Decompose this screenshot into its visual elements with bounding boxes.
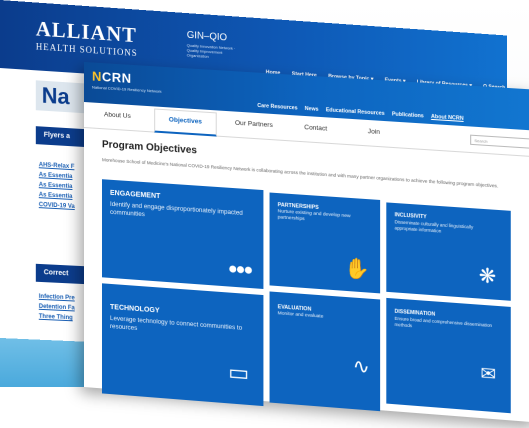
- tile-partnerships[interactable]: PARTNERSHIPS Nurture existing and develo…: [269, 192, 381, 294]
- correct-heading: Correct: [35, 263, 86, 285]
- tile-description: Identify and engage disproportionately i…: [109, 200, 243, 219]
- devices-icon: ▭: [228, 358, 250, 386]
- flyer-link[interactable]: COVID-19 Va: [39, 200, 75, 212]
- page-title: Program Objectives: [101, 139, 197, 157]
- tile-inclusivity[interactable]: INCLUSIVITY Disseminate culturally and l…: [386, 202, 511, 301]
- nav-publications[interactable]: Publications: [392, 111, 424, 119]
- correct-link-list: Infection Pre Detention Fa Three Thing: [39, 292, 75, 324]
- search-input[interactable]: Search: [470, 134, 529, 149]
- nav-educational-resources[interactable]: Educational Resources: [326, 107, 385, 117]
- network-globe-icon: ❋: [478, 264, 497, 289]
- tile-technology[interactable]: TECHNOLOGY Leverage technology to connec…: [101, 283, 264, 407]
- chat-bubble-icon: ✉: [480, 362, 497, 385]
- tab-our-partners[interactable]: Our Partners: [235, 120, 273, 129]
- tile-evaluation[interactable]: EVALUATION Monitor and evaluate ∿: [269, 291, 381, 412]
- tab-join[interactable]: Join: [368, 128, 380, 136]
- tile-engagement[interactable]: ENGAGEMENT Identify and engage dispropor…: [101, 179, 264, 290]
- gin-qio-subtitle: Quality Innovation Network · Quality Imp…: [186, 42, 236, 59]
- correct-link[interactable]: Three Thing: [39, 312, 75, 324]
- tile-title: ENGAGEMENT: [109, 189, 161, 201]
- ncrn-content: Program Objectives Morehouse School of M…: [84, 128, 529, 423]
- tab-about-us[interactable]: About Us: [104, 111, 131, 120]
- handshake-icon: ✋: [344, 257, 370, 282]
- gin-qio-label: GIN–QIO: [186, 29, 228, 44]
- ncrn-logo-n: N: [91, 68, 102, 85]
- alliant-logo[interactable]: ALLIANT HEALTH SOLUTIONS: [36, 16, 138, 58]
- tile-description: Monitor and evaluate: [277, 311, 324, 320]
- tile-dissemination[interactable]: DISSEMINATION Ensure broad and comprehen…: [386, 297, 511, 414]
- flyer-link-list: AHS-Relax F As Essentia As Essentia As E…: [39, 160, 75, 212]
- ncrn-logo[interactable]: NCRN National COVID-19 Resiliency Networ…: [92, 68, 162, 93]
- tile-description: Disseminate culturally and linguisticall…: [394, 219, 474, 234]
- ncrn-window: NCRN National COVID-19 Resiliency Networ…: [84, 62, 529, 423]
- tab-contact[interactable]: Contact: [304, 124, 327, 133]
- nav-news[interactable]: News: [305, 106, 319, 113]
- nav-about-ncrn[interactable]: About NCRN: [431, 114, 464, 122]
- tile-description: Nurture existing and develop new partner…: [277, 209, 351, 223]
- flyers-heading: Flyers a: [35, 126, 86, 148]
- tile-title: TECHNOLOGY: [109, 303, 160, 315]
- tile-description: Leverage technology to connect communiti…: [109, 314, 243, 333]
- nav-care-resources[interactable]: Care Resources: [257, 103, 297, 112]
- people-group-icon: ●●●: [227, 260, 252, 280]
- tile-description: Ensure broad and comprehensive dissemina…: [394, 315, 492, 329]
- ncrn-logo-text: CRN: [101, 69, 132, 86]
- pulse-monitor-icon: ∿: [352, 355, 370, 379]
